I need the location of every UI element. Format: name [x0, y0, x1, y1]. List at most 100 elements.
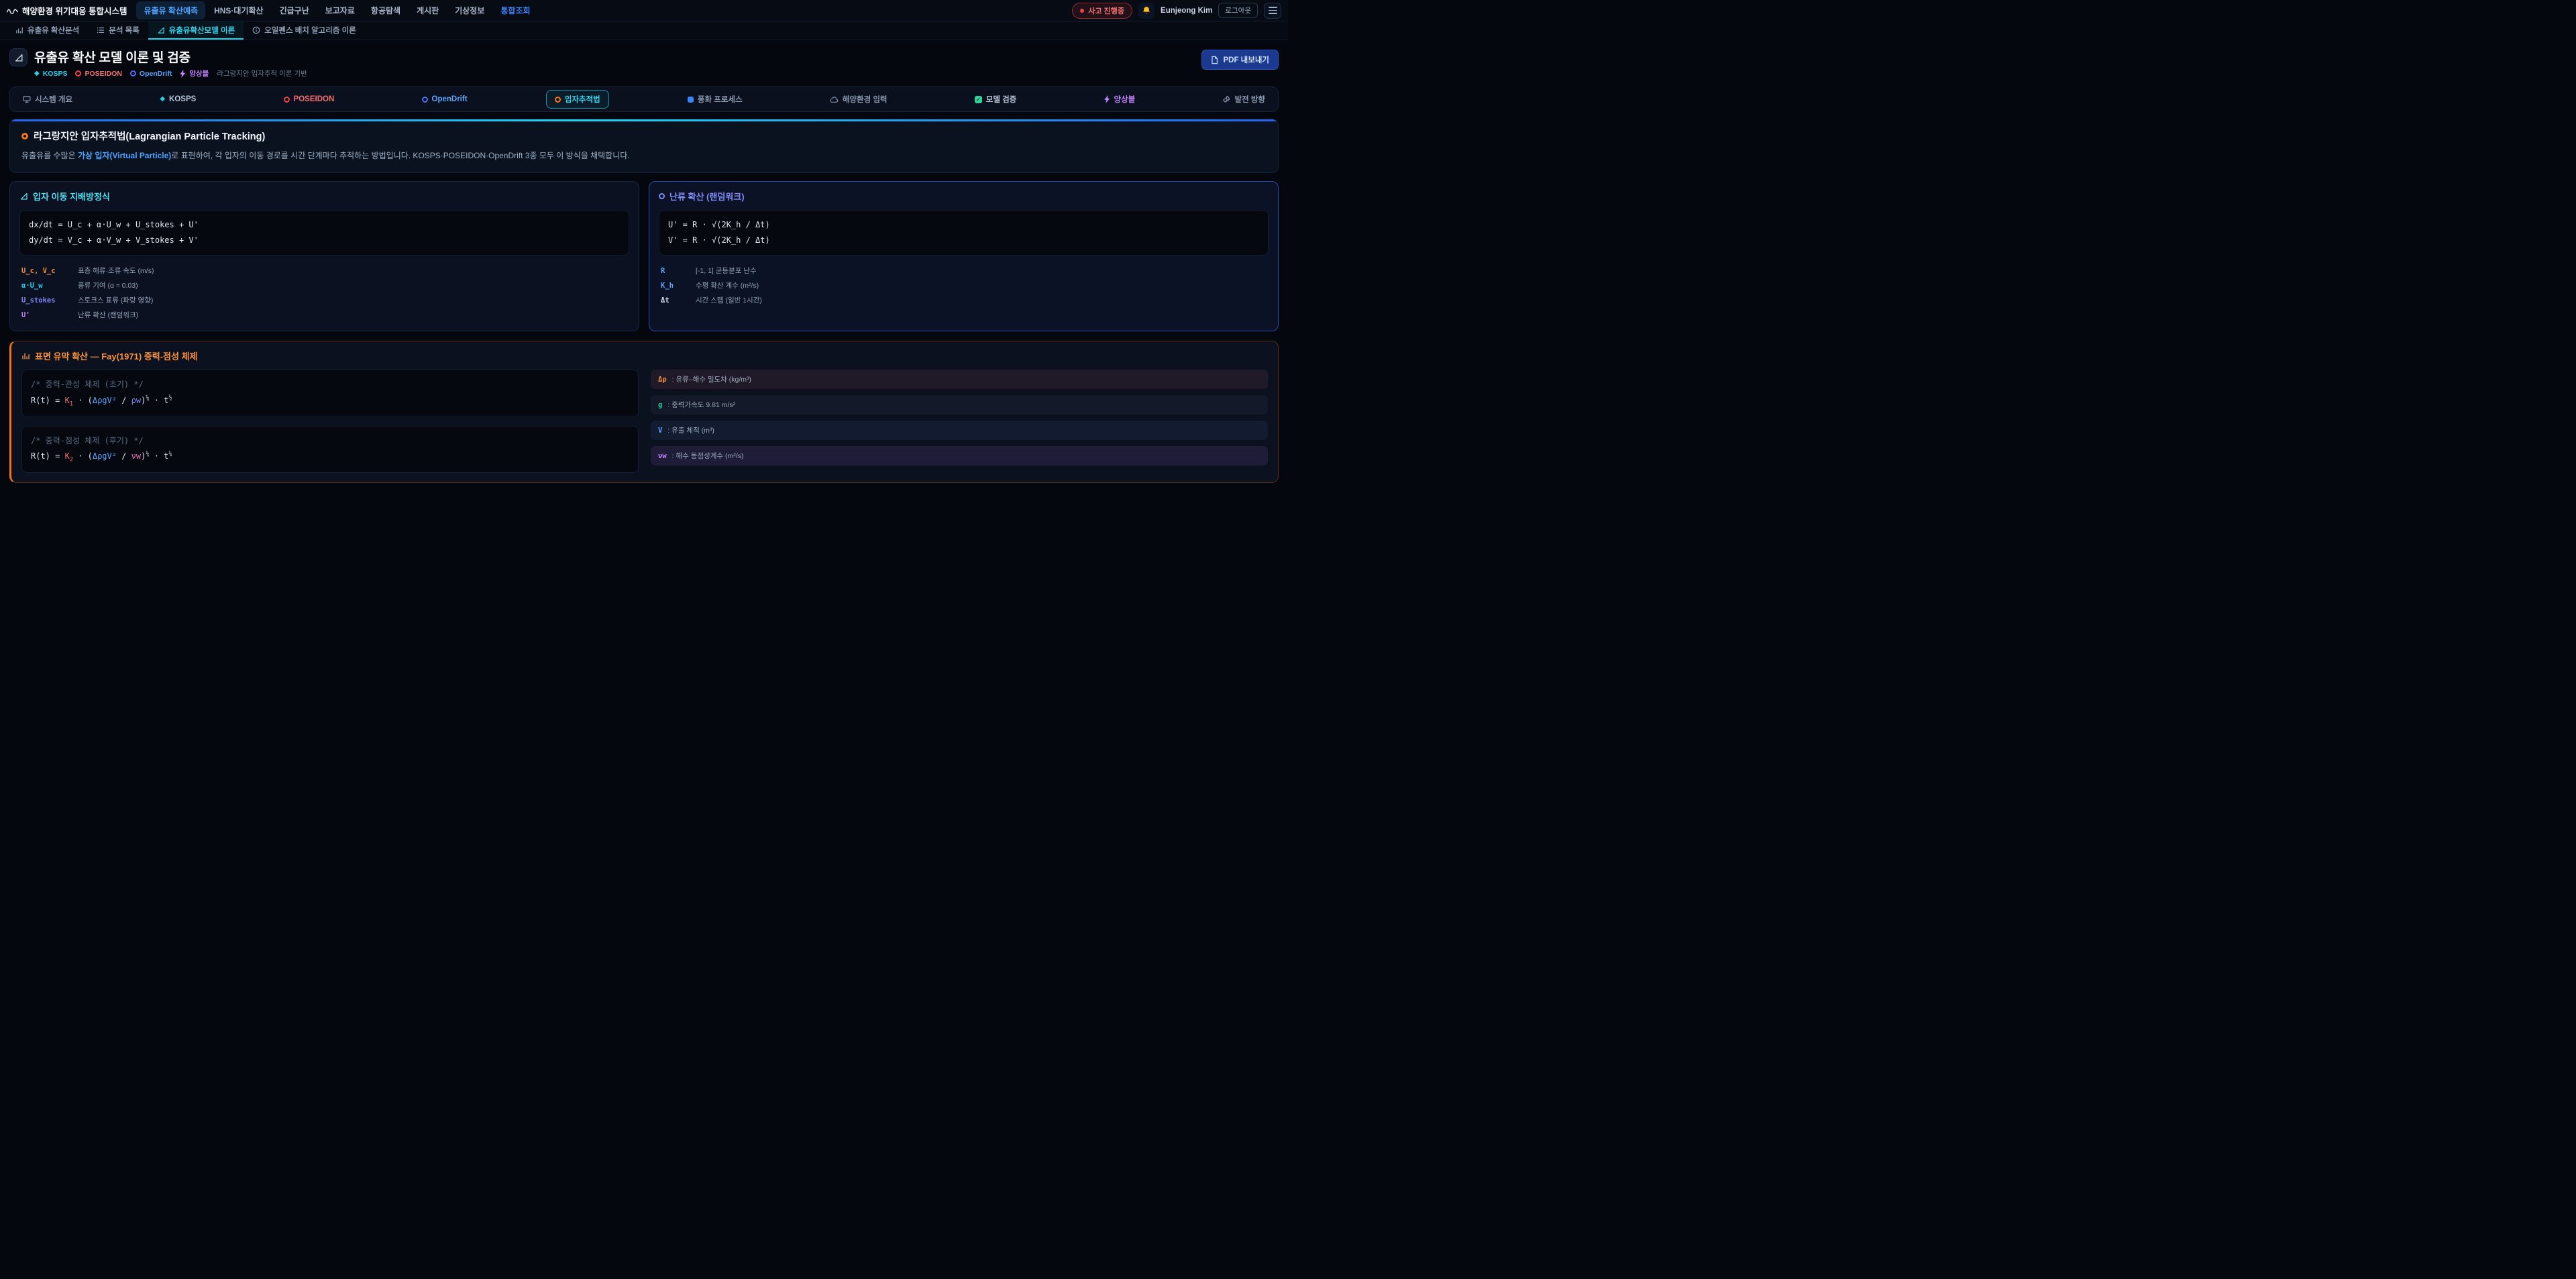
tab-model-validation[interactable]: ✓ 모델 검증	[966, 90, 1026, 109]
app-title: 해양환경 위기대응 통합시스템	[22, 4, 127, 17]
pdf-export-button[interactable]: PDF 내보내기	[1201, 50, 1279, 70]
tab-ocean-environment-input[interactable]: 해양환경 입력	[821, 90, 896, 109]
subtab-model-theory[interactable]: 유출유확산모델 이론	[148, 21, 244, 40]
tag-kosps: ◆ KOSPS	[34, 70, 67, 78]
legend-row: α·U_w 풍류 기여 (α ≈ 0.03)	[19, 278, 629, 292]
logout-button[interactable]: 로그아웃	[1218, 3, 1258, 18]
legend-pill: Δρ : 유류–해수 밀도차 (kg/m³)	[651, 370, 1268, 389]
nav-hns-atmospheric[interactable]: HNS·대기확산	[207, 1, 271, 19]
fay-spreading-card: 표면 유막 확산 — Fay(1971) 중력-점성 체제 /* 중력-관성 체…	[9, 341, 1279, 483]
tag-ensemble: 앙상블	[180, 68, 209, 78]
lightning-icon	[180, 70, 186, 78]
subtab-spill-analysis[interactable]: 유출유 확산분석	[7, 21, 88, 40]
page-header: 유출유 확산 모델 이론 및 검증 ◆ KOSPS POSEIDON OpenD…	[0, 40, 1288, 84]
header-subtitle: 라그랑지안 입자추적 이론 기반	[217, 68, 307, 78]
brand[interactable]: 해양환경 위기대응 통합시스템	[7, 4, 127, 17]
nav-spill-forecast[interactable]: 유출유 확산예측	[136, 1, 205, 19]
legend-pill: V : 유출 체적 (m³)	[651, 421, 1268, 440]
equation-cards-row: 입자 이동 지배방정식 dx/dt = U_c + α·U_w + U_stok…	[9, 181, 1279, 332]
governing-equation-card: 입자 이동 지배방정식 dx/dt = U_c + α·U_w + U_stok…	[9, 181, 639, 332]
page-header-icon	[9, 48, 28, 66]
tag-poseidon: POSEIDON	[75, 70, 121, 78]
legend-pill: g : 중력가속도 9.81 m/s²	[651, 395, 1268, 414]
governing-equation-code: dx/dt = U_c + α·U_w + U_stokes + U' dy/d…	[19, 210, 629, 256]
bell-icon	[1142, 6, 1151, 15]
code-comment: /* 중력-점성 체제 (후기) */	[31, 433, 629, 449]
model-tag-row: ◆ KOSPS POSEIDON OpenDrift	[34, 68, 307, 78]
red-ring-icon	[75, 70, 81, 76]
tab-system-overview[interactable]: 시스템 개요	[14, 90, 81, 109]
subtab-boom-algorithm[interactable]: 오일펜스 배치 알고리즘 이론	[244, 21, 365, 40]
nav-weather-info[interactable]: 기상정보	[447, 1, 492, 19]
tab-particle-tracking[interactable]: 입자추적법	[546, 90, 609, 109]
legend-row: U' 난류 확산 (랜덤워크)	[19, 307, 629, 322]
blue-ring-icon	[130, 70, 136, 76]
code-line: V' = R · √(2K_h / Δt)	[668, 233, 1259, 248]
legend-row: U_stokes 스토크스 표류 (파랑 영향)	[19, 292, 629, 307]
subtab-analysis-list[interactable]: 분석 목록	[88, 21, 148, 40]
fay-equation-2: R(t) = K2 · (ΔρgV² / νw)⅙ · t¼	[31, 449, 629, 465]
turbulence-card-title: 난류 확산 (랜덤워크)	[659, 190, 1269, 203]
nav-integrated-search[interactable]: 통합조회	[493, 1, 537, 19]
lightning-icon	[1104, 95, 1110, 103]
legend-row: Δt 시간 스텝 (일반 1시간)	[659, 292, 1269, 307]
page-title: 유출유 확산 모델 이론 및 검증	[34, 48, 307, 66]
tab-weathering-process[interactable]: 풍화 프로세스	[679, 90, 751, 109]
red-ring-icon	[284, 97, 290, 103]
fay-grid: /* 중력-관성 체제 (초기) */ R(t) = K1 · (ΔρgV² /…	[21, 370, 1268, 473]
lagrangian-intro-panel: 라그랑지안 입자추적법(Lagrangian Particle Tracking…	[9, 119, 1279, 173]
virtual-particle-highlight: 가상 입자(Virtual Particle)	[78, 151, 171, 160]
page-header-text: 유출유 확산 모델 이론 및 검증 ◆ KOSPS POSEIDON OpenD…	[34, 48, 307, 78]
tab-opendrift[interactable]: OpenDrift	[413, 91, 476, 107]
governing-card-title: 입자 이동 지배방정식	[19, 190, 629, 203]
diamond-icon: ◆	[34, 70, 40, 77]
pdf-export-label: PDF 내보내기	[1223, 54, 1269, 65]
turbulence-diffusion-card: 난류 확산 (랜덤워크) U' = R · √(2K_h / Δt) V' = …	[649, 181, 1279, 332]
rocket-icon	[1222, 95, 1230, 103]
tab-poseidon[interactable]: POSEIDON	[275, 91, 343, 107]
blue-ring-icon	[422, 97, 428, 103]
nav-emergency-rescue[interactable]: 긴급구난	[272, 1, 317, 19]
tab-future-direction[interactable]: 발전 방향	[1214, 90, 1274, 109]
code-line: dy/dt = V_c + α·V_w + V_stokes + V'	[29, 233, 620, 248]
legend-pill: νw : 해수 동점성계수 (m²/s)	[651, 446, 1268, 465]
nav-aerial-search[interactable]: 항공탐색	[364, 1, 408, 19]
fay-equation-1: R(t) = K1 · (ΔρgV² / ρw)¼ · t½	[31, 393, 629, 410]
turbulence-equation-code: U' = R · √(2K_h / Δt) V' = R · √(2K_h / …	[659, 210, 1269, 256]
blue-square-icon	[688, 97, 694, 103]
main-navigation: 유출유 확산예측 HNS·대기확산 긴급구난 보고자료 항공탐색 게시판 기상정…	[136, 1, 537, 19]
set-square-icon	[19, 192, 28, 201]
hamburger-menu-button[interactable]	[1264, 3, 1281, 19]
legend-row: R [-1, 1] 균등분포 난수	[659, 263, 1269, 278]
code-comment: /* 중력-관성 체제 (초기) */	[31, 377, 629, 392]
subtab-label: 오일펜스 배치 알고리즘 이론	[264, 25, 356, 36]
document-icon	[1211, 56, 1218, 64]
governing-legend: U_c, V_c 표층 해류·조류 속도 (m/s) α·U_w 풍류 기여 (…	[19, 263, 629, 322]
set-square-icon	[157, 26, 165, 34]
page: 해양환경 위기대응 통합시스템 유출유 확산예측 HNS·대기확산 긴급구난 보…	[0, 0, 1288, 483]
orange-ring-icon	[555, 97, 561, 103]
topbar-right-cluster: 사고 진행중 Eunjeong Kim 로그아웃	[1072, 3, 1281, 19]
incident-status-badge[interactable]: 사고 진행중	[1072, 3, 1132, 19]
info-circle-icon	[252, 26, 260, 34]
section-tabs-bar: 시스템 개요 ◆ KOSPS POSEIDON OpenDrift 입자추적법 …	[9, 87, 1279, 112]
user-name: Eunjeong Kim	[1161, 7, 1212, 15]
subtab-label: 유출유 확산분석	[28, 25, 79, 36]
nav-reports[interactable]: 보고자료	[318, 1, 362, 19]
orange-ring-icon	[21, 133, 28, 140]
cloud-icon	[830, 96, 839, 103]
gravity-viscous-code: /* 중력-점성 체제 (후기) */ R(t) = K2 · (ΔρgV² /…	[21, 426, 639, 473]
incident-dot-icon	[1080, 9, 1084, 13]
wave-logo-icon	[7, 7, 18, 14]
check-icon: ✓	[975, 96, 982, 103]
legend-row: K_h 수평 확산 계수 (m²/s)	[659, 278, 1269, 292]
nav-board[interactable]: 게시판	[409, 1, 446, 19]
tab-kosps[interactable]: ◆ KOSPS	[151, 91, 205, 107]
code-line: U' = R · √(2K_h / Δt)	[668, 217, 1259, 233]
incident-badge-label: 사고 진행중	[1088, 5, 1124, 16]
notification-bell-button[interactable]	[1138, 3, 1155, 19]
top-navigation-bar: 해양환경 위기대응 통합시스템 유출유 확산예측 HNS·대기확산 긴급구난 보…	[0, 0, 1288, 21]
tab-ensemble[interactable]: 앙상블	[1095, 90, 1144, 109]
diamond-icon: ◆	[160, 96, 165, 103]
legend-row: U_c, V_c 표층 해류·조류 속도 (m/s)	[19, 263, 629, 278]
